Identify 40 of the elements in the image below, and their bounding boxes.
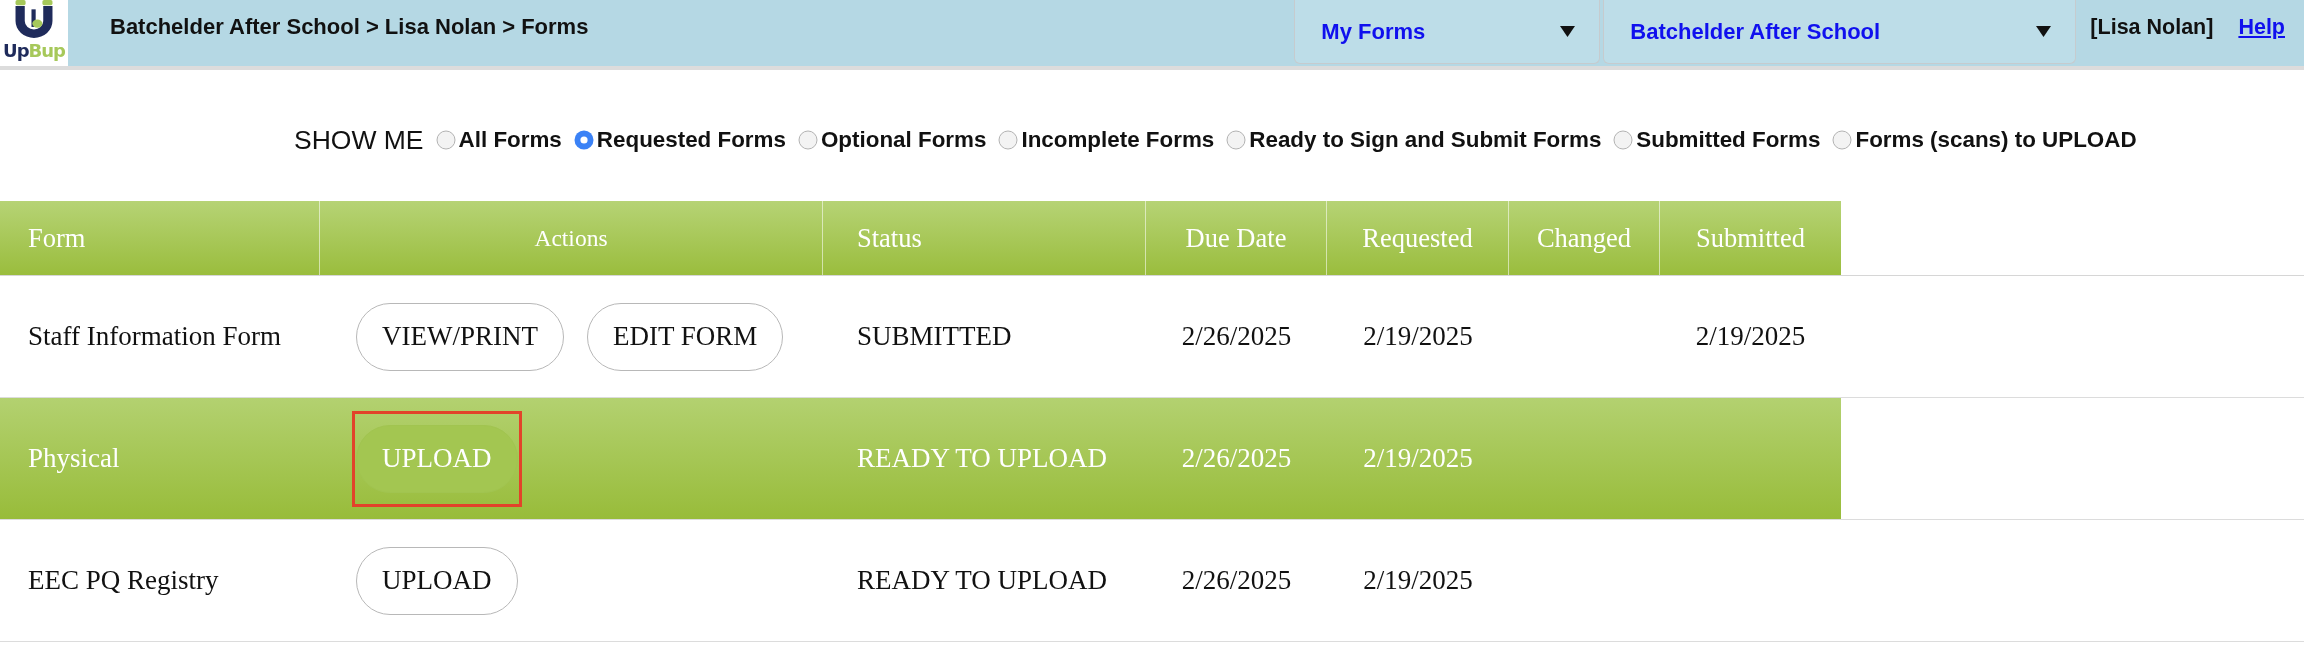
date-text: 2/19/2025 [1363,565,1473,596]
filter-option[interactable]: Forms (scans) to UPLOAD [1832,127,2137,153]
dropdown[interactable]: My Forms [1294,0,1601,64]
date-text: 2/19/2025 [1695,321,1806,352]
column-header: Form [28,222,86,254]
column-header: Status [857,222,922,254]
status-text: READY TO UPLOAD [857,443,1107,474]
filter-option[interactable]: Ready to Sign and Submit Forms [1226,127,1602,153]
logo-text: UpBup [3,41,65,61]
date-text: 2/19/2025 [1363,443,1473,474]
date-text: 2/19/2025 [1363,321,1473,352]
help-link[interactable]: Help [2238,15,2285,39]
column-header: Due Date [1185,222,1287,254]
form-name: Physical [28,443,120,474]
filter-option[interactable]: All Forms [435,127,562,153]
caret-icon [2036,26,2052,37]
form-name: Staff Information Form [28,321,281,352]
filter-option[interactable]: Submitted Forms [1613,127,1821,153]
action-button[interactable]: EDIT FORM [587,302,784,371]
action-button[interactable]: VIEW/PRINT [356,302,564,371]
status-text: READY TO UPLOAD [857,565,1107,596]
date-text: 2/26/2025 [1181,443,1292,474]
column-header: Requested [1362,222,1473,254]
filter-option[interactable]: Requested Forms [573,127,786,153]
column-header: Changed [1536,222,1632,254]
filter-option[interactable]: Optional Forms [797,127,987,153]
user-name: [Lisa Nolan] [2090,14,2214,39]
show-me-label: SHOW ME [294,124,424,156]
caret-icon [1560,26,1576,37]
column-header: Actions [534,224,608,252]
breadcrumb: Batchelder After School > Lisa Nolan > Forms [110,13,589,39]
date-text: 2/26/2025 [1181,321,1292,352]
dropdown[interactable]: Batchelder After School [1603,0,2077,64]
column-header: Submitted [1696,222,1805,254]
logo-icon [13,0,55,38]
form-name: EEC PQ Registry [28,565,219,596]
status-text: SUBMITTED [857,321,1012,352]
date-text: 2/26/2025 [1181,565,1292,596]
action-button[interactable]: UPLOAD [356,546,518,615]
filter-option[interactable]: Incomplete Forms [998,127,1215,153]
